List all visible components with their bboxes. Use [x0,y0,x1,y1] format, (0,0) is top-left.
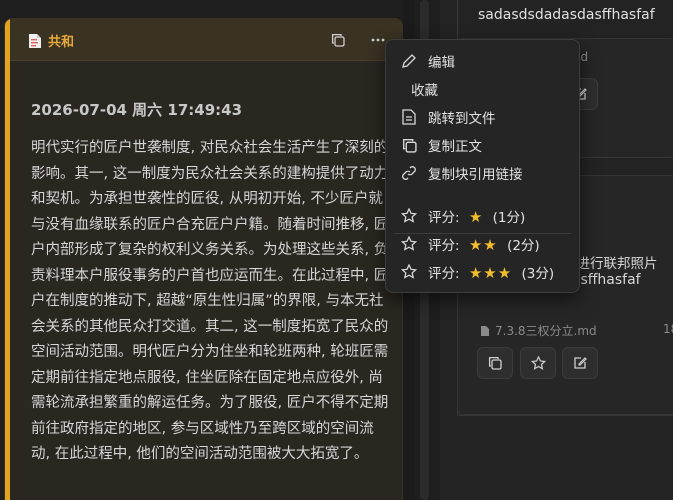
right-card-a-text: sadasdsdadasdasffhasfaf [478,7,655,23]
menu-item-jump-to-file-label: 跳转到文件 [428,111,496,127]
rating-2-value: (2分) [507,238,540,254]
card-title: 共和 [48,35,75,50]
link-icon [400,164,418,182]
star-outline-icon [400,263,418,281]
rating-label: 评分: [428,210,460,226]
copy-icon [331,33,345,47]
menu-item-rating-1[interactable]: 评分: ★ (1分) [386,202,579,230]
file-icon [481,325,489,336]
card-body-text: 明代实行的匠户世袭制度, 对民众社会生活产生了深刻的影响。其一, 这一制度为民众… [31,140,389,462]
menu-item-edit[interactable]: 编辑 [386,47,579,75]
menu-item-copy-block-ref-label: 复制块引用链接 [428,167,523,183]
card-accent-bar [5,19,10,500]
star-filled-icon: ★ [468,208,484,226]
file-text-icon [400,108,418,126]
star-filled-icon: ★★ [468,236,498,254]
menu-item-rating-3[interactable]: 评分: ★★★ (3分) [386,258,579,286]
rating-label: 评分: [428,238,460,254]
more-dots-icon [371,38,385,42]
menu-item-copy-text[interactable]: 复制正文 [386,131,579,159]
menu-item-favorite[interactable]: 收藏 [386,75,579,103]
menu-item-rating-1-label: 评分: ★ (1分) [428,206,530,226]
menu-item-favorite-label: 收藏 [411,83,438,99]
star-outline-icon [400,207,418,225]
copy-icon [488,356,502,370]
menu-item-rating-2-label: 评分: ★★ (2分) [428,234,545,254]
menu-item-rating-3-label: 评分: ★★★ (3分) [428,262,559,282]
right-card-c-edit-button[interactable] [562,347,598,379]
pencil-icon [400,52,418,70]
card-date: 2026-07-04 周六 17:49:43 [31,101,243,119]
menu-item-copy-block-ref[interactable]: 复制块引用链接 [386,159,579,187]
rating-3-value: (3分) [521,266,555,282]
menu-item-copy-text-label: 复制正文 [428,139,482,155]
document-icon [29,33,41,48]
right-card-c-copy-button[interactable] [477,347,513,379]
rating-1-value: (1分) [492,210,526,226]
star-outline-icon [530,355,546,370]
note-card[interactable]: 共和 2026-07-04 周六 17:49:43 明代实行的匠户世袭制度, 对… [4,18,403,500]
right-card-c-number: 18 [663,322,673,336]
copy-button[interactable] [328,30,348,50]
menu-item-edit-label: 编辑 [428,55,455,71]
card-header: 共和 [10,19,402,61]
rating-label: 评分: [428,266,460,282]
right-card-c-file-name: 7.3.8三权分立.md [495,324,597,338]
context-menu: 编辑 收藏 跳转到文件 复制正文 复制块引用链接 评分: ★ (1分) 评分: … [385,39,580,293]
menu-item-rating-2[interactable]: 评分: ★★ (2分) [386,230,579,258]
right-card-c-star-button[interactable] [520,347,556,379]
card-title-wrap: 共和 [28,31,74,50]
menu-item-jump-to-file[interactable]: 跳转到文件 [386,103,579,131]
copy-icon [400,136,418,154]
right-card-c-file[interactable]: 7.3.8三权分立.md [480,322,597,339]
star-outline-icon [400,235,418,253]
star-filled-icon: ★★★ [468,264,513,282]
edit-icon [574,357,587,369]
right-panel-divider [457,415,673,416]
